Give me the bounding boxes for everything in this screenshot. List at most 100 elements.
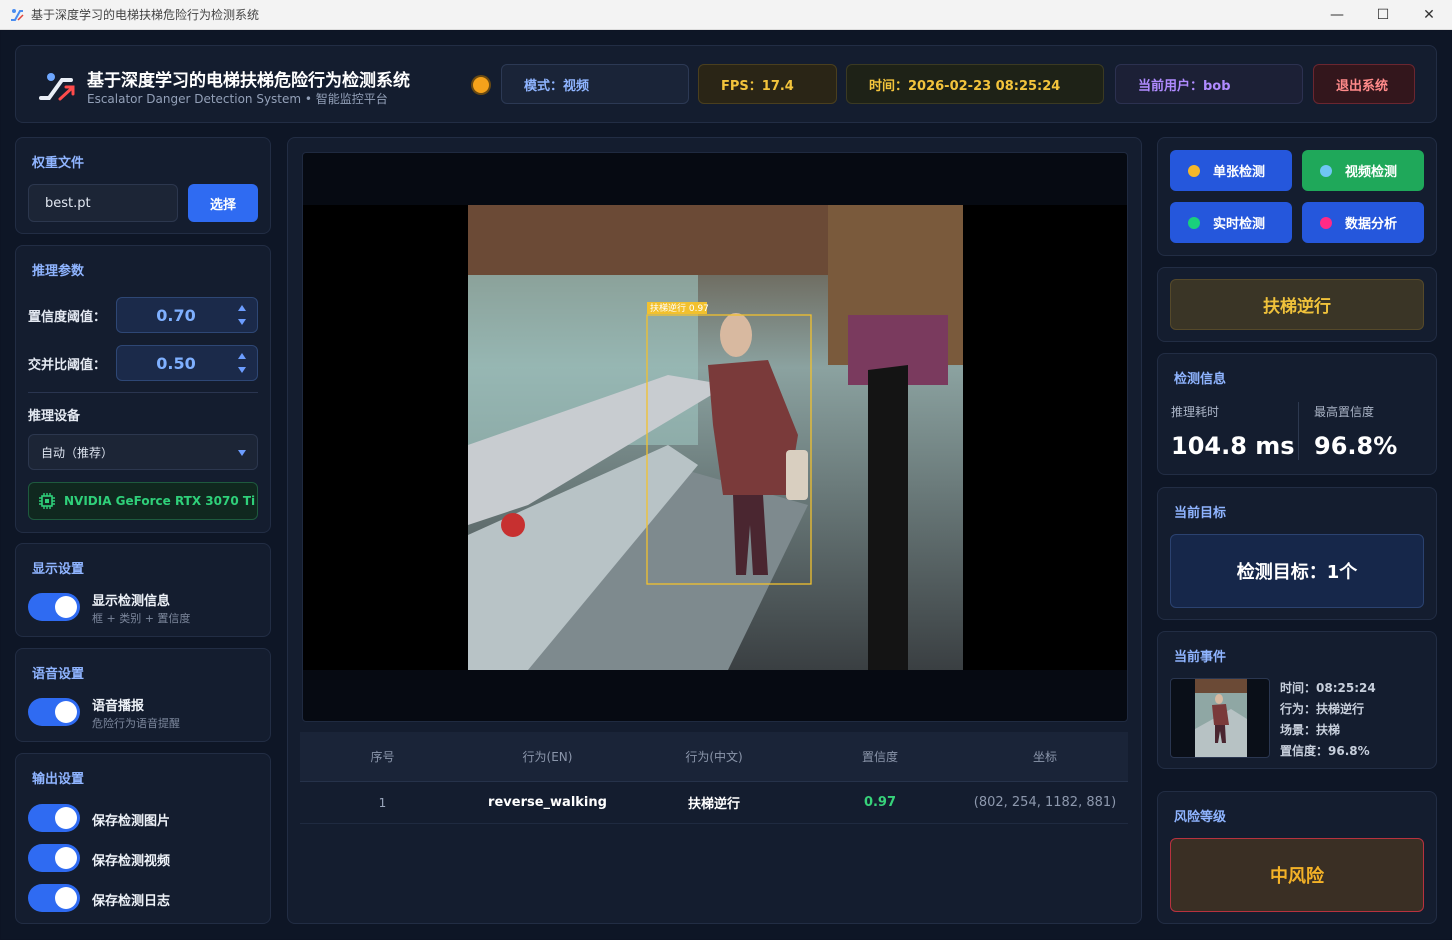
save-image-toggle[interactable]	[28, 804, 80, 832]
escalator-video-image: 扶梯逆行 0.97	[468, 205, 963, 670]
video-detection-label: 视频检测	[1345, 165, 1398, 180]
status-dot-icon	[1188, 164, 1200, 177]
event-time: 时间：08:25:24	[1280, 681, 1376, 695]
confidence-threshold-value[interactable]: 0.70	[117, 298, 235, 332]
weights-title: 权重文件	[32, 156, 85, 171]
show-detection-label: 显示检测信息	[92, 594, 171, 609]
system-subtitle: Escalator Danger Detection System • 智能监控…	[87, 92, 388, 106]
current-target-panel: 当前目标 检测目标：1个	[1157, 487, 1437, 620]
device-label: 推理设备	[28, 409, 81, 424]
output-settings-panel: 输出设置 保存检测图片 保存检测视频 保存检测日志	[15, 753, 271, 924]
spin-up-icon[interactable]	[238, 353, 246, 359]
row-behavior-en: reverse_walking	[488, 795, 607, 810]
column-header: 置信度	[861, 750, 898, 764]
voice-settings-title: 语音设置	[32, 667, 85, 682]
risk-level-badge: 中风险	[1170, 838, 1424, 912]
event-thumbnail[interactable]	[1170, 678, 1270, 758]
inference-panel: 推理参数 置信度阈值： 0.70 交并比阈值： 0.50 推理设备 自动（推荐）…	[15, 245, 271, 533]
show-detection-sub: 框 + 类别 + 置信度	[92, 612, 191, 625]
time-chip: 时间：2026-02-23 08:25:24	[846, 64, 1104, 104]
single-detection-button[interactable]: 单张检测	[1170, 150, 1292, 191]
video-canvas: 扶梯逆行 0.97	[303, 205, 1127, 670]
iou-threshold-spinbox[interactable]: 0.50	[116, 345, 258, 381]
risk-level-title: 风险等级	[1174, 810, 1227, 825]
device-select[interactable]: 自动（推荐）	[28, 434, 258, 470]
toggle-knob	[55, 596, 77, 618]
confidence-threshold-spinbox[interactable]: 0.70	[116, 297, 258, 333]
voice-broadcast-sub: 危险行为语音提醒	[92, 717, 180, 730]
weights-file-field[interactable]: best.pt	[28, 184, 178, 222]
divider	[28, 392, 258, 393]
current-target-title: 当前目标	[1174, 506, 1227, 521]
inference-title: 推理参数	[32, 264, 85, 279]
detection-info-title: 检测信息	[1174, 372, 1227, 387]
detection-view-panel: 扶梯逆行 0.97 序号 行为(EN) 行为(中文) 置信度 坐标 1 reve…	[287, 137, 1142, 924]
save-log-toggle[interactable]	[28, 884, 80, 912]
behavior-panel: 扶梯逆行	[1157, 267, 1437, 342]
gpu-badge: NVIDIA GeForce RTX 3070 Ti	[28, 482, 258, 520]
save-video-toggle[interactable]	[28, 844, 80, 872]
choose-weights-button[interactable]: 选择	[188, 184, 258, 222]
iou-threshold-label: 交并比阈值：	[28, 358, 107, 373]
app-root: 基于深度学习的电梯扶梯危险行为检测系统 Escalator Danger Det…	[1, 31, 1451, 939]
status-indicator-dot	[473, 77, 489, 93]
voice-settings-panel: 语音设置 语音播报 危险行为语音提醒	[15, 648, 271, 742]
device-select-value: 自动（推荐）	[41, 445, 114, 460]
save-video-label: 保存检测视频	[92, 854, 171, 869]
fps-chip: FPS：17.4	[698, 64, 837, 104]
video-detection-button[interactable]: 视频检测	[1302, 150, 1424, 191]
toggle-knob	[55, 847, 77, 869]
weights-panel: 权重文件 best.pt 选择	[15, 137, 271, 234]
detection-info-panel: 检测信息 推理耗时 104.8 ms 最高置信度 96.8%	[1157, 353, 1437, 475]
status-dot-icon	[1320, 216, 1332, 229]
window-title: 基于深度学习的电梯扶梯危险行为检测系统	[31, 8, 260, 22]
event-confidence: 置信度：96.8%	[1280, 744, 1370, 758]
realtime-detection-button[interactable]: 实时检测	[1170, 202, 1292, 243]
inference-time-value: 104.8 ms	[1171, 432, 1295, 460]
voice-broadcast-toggle[interactable]	[28, 698, 80, 726]
risk-level-panel: 风险等级 中风险	[1157, 791, 1437, 924]
escalator-logo-icon	[39, 73, 75, 101]
toggle-knob	[55, 701, 77, 723]
chevron-down-icon	[238, 450, 246, 456]
iou-threshold-value[interactable]: 0.50	[117, 346, 235, 380]
output-settings-title: 输出设置	[32, 772, 85, 787]
confidence-threshold-label: 置信度阈值：	[28, 310, 107, 325]
user-chip: 当前用户：bob	[1115, 64, 1303, 104]
event-details: 时间：08:25:24 行为：扶梯逆行 场景：扶梯 置信度：96.8%	[1280, 678, 1376, 762]
display-settings-title: 显示设置	[32, 562, 85, 577]
data-analysis-button[interactable]: 数据分析	[1302, 202, 1424, 243]
status-dot-icon	[1320, 164, 1332, 177]
row-confidence: 0.97	[863, 795, 897, 810]
spin-down-icon[interactable]	[238, 319, 246, 325]
detection-box-label: 扶梯逆行 0.97	[650, 302, 709, 314]
video-frame: 扶梯逆行 0.97	[302, 152, 1128, 722]
table-header: 序号 行为(EN) 行为(中文) 置信度 坐标	[300, 732, 1128, 782]
show-detection-toggle[interactable]	[28, 593, 80, 621]
current-event-title: 当前事件	[1174, 650, 1227, 665]
data-analysis-label: 数据分析	[1345, 217, 1398, 232]
target-count: 检测目标：1个	[1170, 534, 1424, 608]
chip-icon	[39, 493, 55, 509]
close-window-button[interactable]: ✕	[1406, 0, 1452, 30]
spin-up-icon[interactable]	[238, 305, 246, 311]
spin-down-icon[interactable]	[238, 367, 246, 373]
toggle-knob	[55, 887, 77, 909]
maximize-button[interactable]: ☐	[1360, 0, 1406, 30]
event-scene: 场景：扶梯	[1280, 723, 1341, 737]
gpu-name: NVIDIA GeForce RTX 3070 Ti	[64, 494, 256, 508]
divider	[1298, 402, 1299, 460]
max-confidence-label: 最高置信度	[1314, 405, 1375, 419]
exit-button[interactable]: 退出系统	[1313, 64, 1415, 104]
voice-broadcast-label: 语音播报	[92, 699, 145, 714]
header-bar: 基于深度学习的电梯扶梯危险行为检测系统 Escalator Danger Det…	[15, 45, 1437, 123]
status-dot-icon	[1188, 216, 1200, 229]
table-row[interactable]: 1 reverse_walking 扶梯逆行 0.97 (802, 254, 1…	[300, 782, 1128, 824]
event-snapshot-image	[1195, 679, 1247, 757]
mode-nav-panel: 单张检测 视频检测 实时检测 数据分析	[1157, 137, 1437, 256]
event-behavior: 行为：扶梯逆行	[1280, 702, 1365, 716]
minimize-button[interactable]: —	[1314, 0, 1360, 30]
mode-chip: 模式：视频	[501, 64, 689, 104]
column-header: 坐标	[1032, 750, 1057, 764]
column-header: 行为(中文)	[685, 750, 743, 764]
